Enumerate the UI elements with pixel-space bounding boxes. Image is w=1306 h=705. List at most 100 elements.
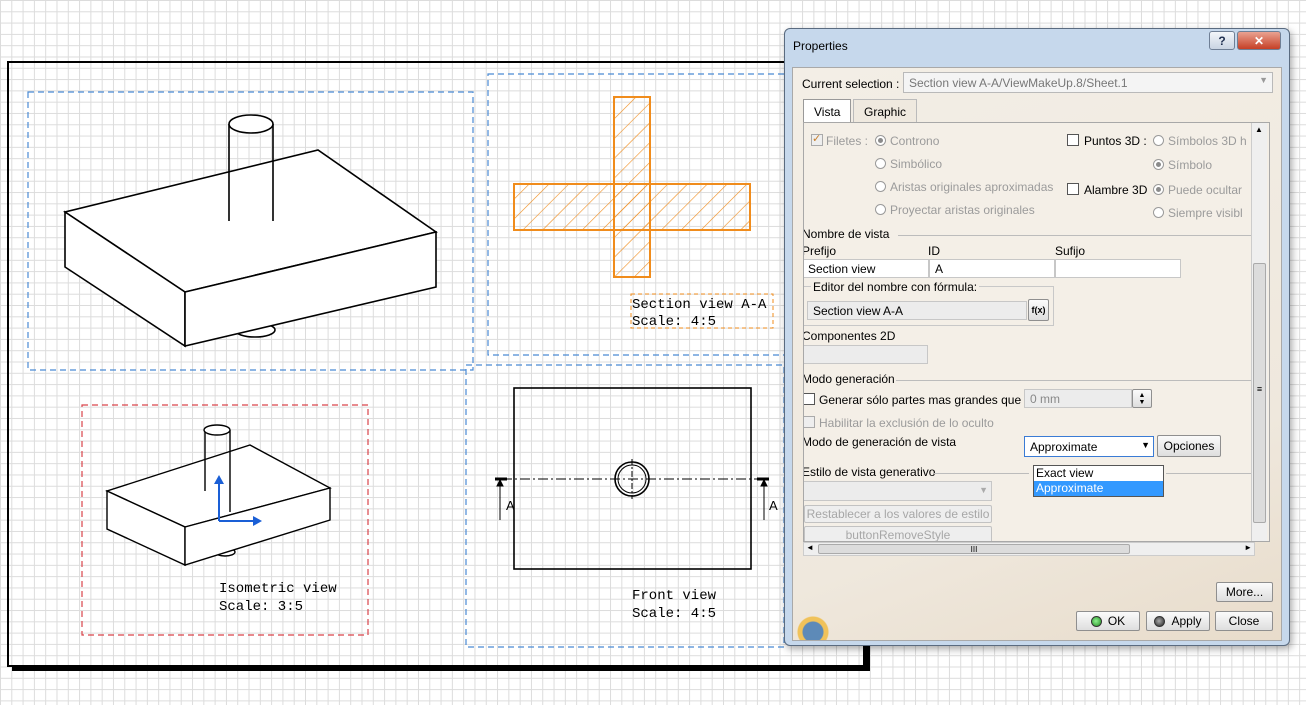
filetes-checkbox[interactable] <box>811 132 823 146</box>
vertical-scroll-thumb[interactable]: ≡ <box>1253 263 1266 523</box>
generar-label: Generar sólo partes mas grandes que <box>819 393 1022 407</box>
stepper-up-icon[interactable]: ▲ <box>1139 392 1146 399</box>
alambre-radio-puede-ocultar[interactable] <box>1153 184 1164 195</box>
estilo-select[interactable]: ▼ <box>804 481 992 501</box>
modo-vista-select[interactable]: Approximate ▼ <box>1024 436 1154 457</box>
ok-status-icon <box>1090 615 1102 627</box>
puntos3d-radio-simbolo[interactable] <box>1153 159 1164 170</box>
vista-tab-panel: Filetes : Controno Simbólico Aristas ori… <box>803 122 1270 542</box>
habilitar-label: Habilitar la exclusión de lo oculto <box>819 416 994 430</box>
dropdown-option-exact[interactable]: Exact view <box>1034 466 1163 481</box>
puntos3d-checkbox[interactable] <box>1067 134 1079 146</box>
editor-formula-input[interactable]: Section view A-A <box>807 301 1027 320</box>
section-hatched-shape <box>513 96 751 278</box>
apply-status-icon <box>1154 615 1166 627</box>
section-cut-marker-right <box>757 477 769 520</box>
filetes-option-aristas: Aristas originales aproximadas <box>890 180 1054 194</box>
size-stepper[interactable]: ▲ ▼ <box>1132 389 1152 408</box>
prefijo-label: Prefijo <box>803 244 837 258</box>
close-button[interactable]: Close <box>1215 611 1273 631</box>
puntos3d-option-simbolo: Símbolo <box>1168 158 1213 172</box>
tab-vista[interactable]: Vista <box>803 99 852 123</box>
modo-vista-dropdown[interactable]: Exact view Approximate <box>1033 465 1164 497</box>
dialog-client-area: Current selection : Section view A-A/Vie… <box>792 67 1282 641</box>
front-view-title: Front view <box>632 588 717 604</box>
horizontal-scroll-thumb[interactable]: III <box>818 544 1130 554</box>
front-view-scale: Scale: 4:5 <box>632 606 716 622</box>
alambre3d-checkbox[interactable] <box>1067 183 1079 195</box>
chevron-down-icon: ▼ <box>979 485 988 495</box>
filetes-radio-simbolico[interactable] <box>875 158 886 169</box>
scroll-left-icon[interactable]: ◄ <box>806 543 814 552</box>
section-view-scale: Scale: 4:5 <box>632 314 716 330</box>
editor-formula-label: Editor del nombre con fórmula: <box>811 280 980 294</box>
tab-graphic[interactable]: Graphic <box>853 99 918 123</box>
section-view-title: Section view A-A <box>632 297 767 313</box>
modo-generacion-header: Modo generación <box>803 372 895 386</box>
dropdown-option-approximate[interactable]: Approximate <box>1034 481 1163 496</box>
estilo-header: Estilo de vista generativo <box>803 465 936 479</box>
filetes-radio-aristas[interactable] <box>875 181 886 192</box>
ok-button[interactable]: OK <box>1076 611 1140 631</box>
prefijo-input[interactable]: Section view <box>804 259 929 278</box>
alambre-option-puede-ocultar: Puede ocultar <box>1168 183 1243 197</box>
sheet-frame <box>7 61 870 671</box>
puntos3d-radio-simbolos[interactable] <box>1153 135 1164 146</box>
chevron-down-icon: ▼ <box>1141 440 1150 450</box>
horizontal-scrollbar[interactable]: ◄ III ► <box>803 542 1255 556</box>
separator-nombre <box>898 235 1258 236</box>
part-isometric-large <box>63 114 438 348</box>
puntos3d-label: Puntos 3D : <box>1084 134 1147 148</box>
more-button[interactable]: More... <box>1216 582 1273 602</box>
nombre-de-vista-header: Nombre de vista <box>803 227 890 241</box>
separator-estilo-right <box>1166 473 1258 474</box>
puntos3d-option-simbolos: Símbolos 3D h <box>1168 134 1247 148</box>
alambre3d-label: Alambre 3D <box>1084 183 1148 197</box>
separator-estilo <box>934 473 1029 474</box>
ok-button-label: OK <box>1107 614 1126 628</box>
componentes2d-label: Componentes 2D <box>803 329 896 343</box>
close-window-icon[interactable]: ✕ <box>1237 31 1281 50</box>
dialog-title: Properties <box>793 39 848 53</box>
help-button[interactable]: ? <box>1209 31 1235 50</box>
section-letter-left: A <box>506 498 515 513</box>
id-input[interactable]: A <box>929 259 1055 278</box>
isometric-view-scale: Scale: 3:5 <box>219 599 303 615</box>
filetes-label: Filetes : <box>826 134 869 148</box>
current-selection-combo[interactable]: Section view A-A/ViewMakeUp.8/Sheet.1 ▼ <box>903 72 1273 93</box>
filetes-option-proyectar: Proyectar aristas originales <box>890 203 1035 217</box>
app-logo-decoration <box>793 604 833 640</box>
habilitar-checkbox[interactable] <box>804 416 815 428</box>
generar-size-input[interactable]: 0 mm <box>1024 389 1132 408</box>
generar-checkbox[interactable] <box>804 393 815 405</box>
remove-style-button[interactable]: buttonRemoveStyle <box>804 526 992 541</box>
isometric-view-title: Isometric view <box>219 581 337 597</box>
alambre-radio-siempre-visible[interactable] <box>1153 207 1164 218</box>
apply-button[interactable]: Apply <box>1146 611 1210 631</box>
filetes-radio-controno[interactable] <box>875 135 886 146</box>
separator-modo <box>896 380 1258 381</box>
stepper-down-icon[interactable]: ▼ <box>1139 399 1146 406</box>
opciones-button[interactable]: Opciones <box>1157 435 1221 457</box>
properties-dialog: Properties ? ✕ Current selection : Secti… <box>784 28 1290 646</box>
fx-icon[interactable]: f(x) <box>1028 299 1049 321</box>
sufijo-label: Sufijo <box>1055 244 1086 258</box>
modo-vista-selected: Approximate <box>1030 440 1098 454</box>
scroll-up-icon[interactable]: ▲ <box>1255 125 1263 134</box>
vertical-scrollbar[interactable]: ▲ ≡ <box>1251 123 1267 541</box>
id-label: ID <box>928 244 940 258</box>
filetes-radio-proyectar[interactable] <box>875 204 886 215</box>
scroll-right-icon[interactable]: ► <box>1244 543 1252 552</box>
componentes2d-input[interactable] <box>804 345 928 364</box>
current-selection-value: Section view A-A/ViewMakeUp.8/Sheet.1 <box>909 76 1128 90</box>
dialog-titlebar[interactable]: Properties ? ✕ <box>785 29 1289 59</box>
chevron-down-icon: ▼ <box>1259 75 1268 85</box>
section-letter-right: A <box>769 498 778 513</box>
filetes-option-controno: Controno <box>890 134 940 148</box>
apply-button-label: Apply <box>1171 614 1202 628</box>
modo-vista-label: Modo de generación de vista <box>803 435 957 449</box>
restablecer-button[interactable]: Restablecer a los valores de estilo <box>804 505 992 523</box>
front-view-outline <box>502 387 766 570</box>
sufijo-input[interactable] <box>1055 259 1181 278</box>
current-selection-label: Current selection : <box>802 77 900 91</box>
